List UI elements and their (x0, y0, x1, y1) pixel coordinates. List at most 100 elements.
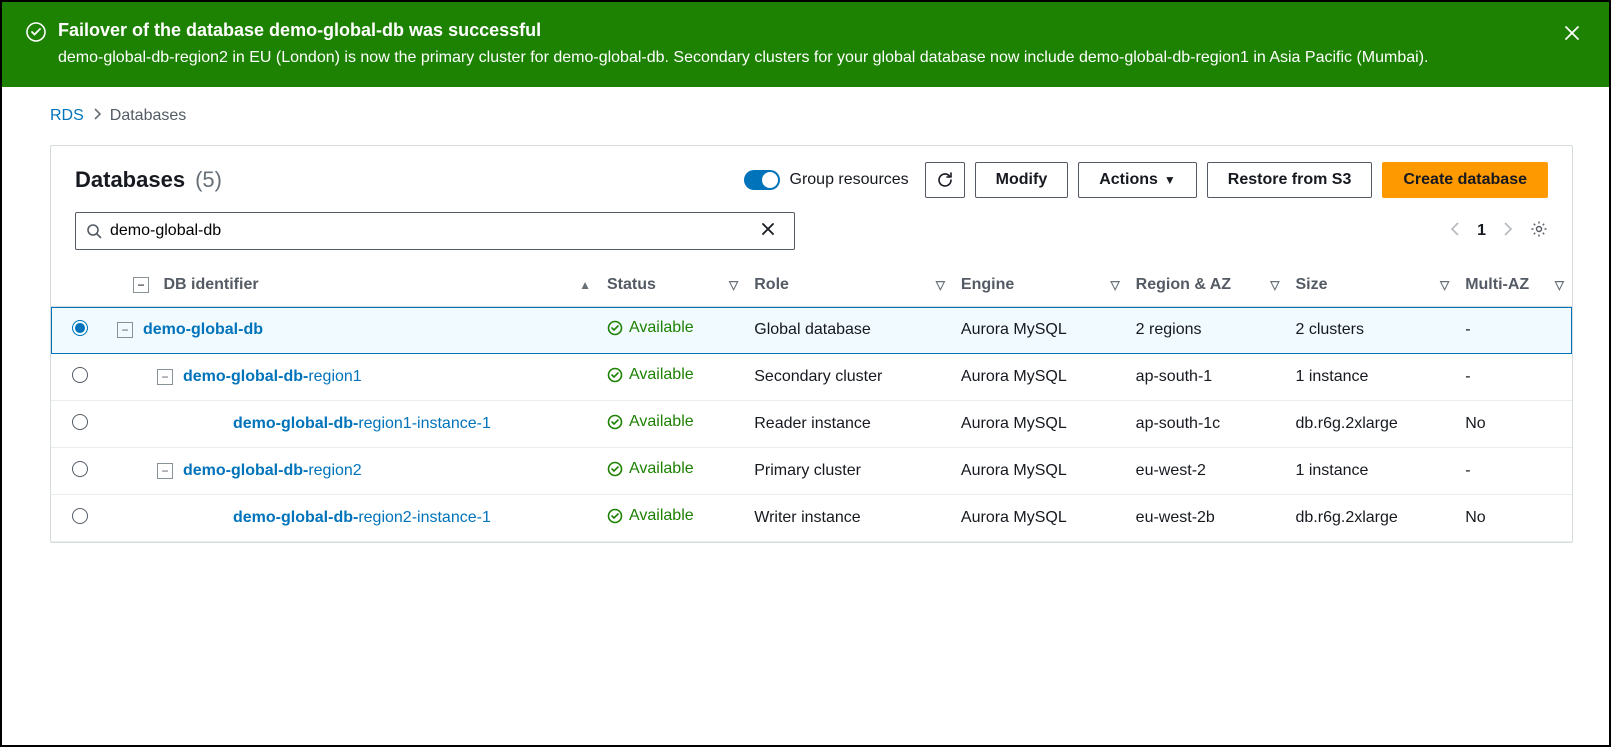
status-badge: Available (607, 507, 694, 525)
row-radio[interactable] (72, 414, 88, 430)
cell-size: 2 clusters (1288, 307, 1458, 354)
refresh-icon (936, 171, 954, 189)
cell-size: db.r6g.2xlarge (1288, 495, 1458, 542)
pagination: 1 (1449, 220, 1548, 243)
table-row[interactable]: −demo-global-db Available Global databaseA… (51, 307, 1572, 354)
cell-role: Reader instance (746, 401, 953, 448)
chevron-right-icon (92, 107, 102, 125)
col-region[interactable]: Region & AZ▽ (1128, 264, 1288, 307)
refresh-button[interactable] (925, 162, 965, 198)
cell-multi_az: - (1457, 448, 1572, 495)
filter-icon: ▽ (1110, 278, 1119, 292)
create-database-button[interactable]: Create database (1382, 162, 1548, 198)
col-select (51, 264, 109, 307)
row-radio[interactable] (72, 508, 88, 524)
cell-region: ap-south-1 (1128, 354, 1288, 401)
settings-icon[interactable] (1530, 220, 1548, 243)
col-multi-az[interactable]: Multi-AZ▽ (1457, 264, 1572, 307)
db-identifier-link[interactable]: demo-global-db-region1-instance-1 (233, 415, 491, 433)
check-circle-icon (607, 508, 623, 524)
page-next[interactable] (1502, 221, 1514, 242)
restore-s3-button[interactable]: Restore from S3 (1207, 162, 1373, 198)
table-row[interactable]: −demo-global-db-region2AvailablePrimary … (51, 448, 1572, 495)
check-circle-icon (607, 320, 623, 336)
check-circle-icon (607, 414, 623, 430)
group-resources-label: Group resources (790, 171, 909, 189)
cell-role: Global database (746, 307, 953, 354)
caret-down-icon: ▼ (1164, 173, 1176, 187)
table-row[interactable]: −demo-global-db-region1 Available Secondar… (51, 354, 1572, 401)
col-size[interactable]: Size▽ (1288, 264, 1458, 307)
page-number: 1 (1477, 222, 1486, 240)
cell-region: 2 regions (1128, 307, 1288, 354)
success-banner: Failover of the database demo-global-db … (2, 2, 1609, 87)
cell-multi_az: - (1457, 307, 1572, 354)
search-input[interactable] (110, 222, 760, 240)
status-badge: Available (607, 413, 694, 431)
search-icon (86, 223, 102, 239)
actions-button[interactable]: Actions ▼ (1078, 162, 1197, 198)
row-radio[interactable] (72, 367, 88, 383)
row-radio[interactable] (72, 461, 88, 477)
group-resources-toggle[interactable] (744, 170, 780, 190)
filter-icon: ▽ (1555, 278, 1564, 292)
clear-search-icon[interactable] (760, 221, 784, 242)
banner-message: demo-global-db-region2 in EU (London) is… (58, 49, 1547, 67)
cell-size: db.r6g.2xlarge (1288, 401, 1458, 448)
db-identifier-link[interactable]: demo-global-db-region2 (183, 462, 362, 480)
databases-panel: Databases (5) Group resources Modify Act… (50, 145, 1573, 543)
collapse-all-icon[interactable]: − (133, 277, 149, 293)
col-role[interactable]: Role▽ (746, 264, 953, 307)
cell-size: 1 instance (1288, 448, 1458, 495)
panel-title: Databases (75, 167, 185, 193)
cell-engine: Aurora MySQL (953, 354, 1128, 401)
filter-icon: ▽ (936, 278, 945, 292)
sort-asc-icon: ▲ (579, 278, 591, 292)
check-circle-icon (607, 367, 623, 383)
filter-icon: ▽ (1440, 278, 1449, 292)
col-engine[interactable]: Engine▽ (953, 264, 1128, 307)
close-icon[interactable] (1559, 20, 1585, 51)
panel-header: Databases (5) Group resources Modify Act… (51, 146, 1572, 212)
cell-size: 1 instance (1288, 354, 1458, 401)
modify-button[interactable]: Modify (975, 162, 1069, 198)
expand-toggle-icon[interactable]: − (157, 369, 173, 385)
db-identifier-link[interactable]: demo-global-db (143, 321, 263, 339)
expand-toggle-icon[interactable]: − (157, 463, 173, 479)
cell-region: eu-west-2 (1128, 448, 1288, 495)
col-db-identifier[interactable]: − DB identifier ▲ (109, 264, 599, 307)
breadcrumb-current: Databases (110, 107, 187, 125)
banner-title: Failover of the database demo-global-db … (58, 20, 1547, 41)
cell-engine: Aurora MySQL (953, 448, 1128, 495)
db-identifier-link[interactable]: demo-global-db-region2-instance-1 (233, 509, 491, 527)
success-check-icon (26, 22, 46, 47)
cell-role: Primary cluster (746, 448, 953, 495)
cell-region: ap-south-1c (1128, 401, 1288, 448)
breadcrumb: RDS Databases (50, 107, 1573, 125)
status-badge: Available (607, 319, 694, 337)
col-status[interactable]: Status▽ (599, 264, 746, 307)
panel-count: (5) (195, 167, 222, 193)
filter-row: 1 (51, 212, 1572, 264)
table-row[interactable]: demo-global-db-region2-instance-1 Availab… (51, 495, 1572, 542)
cell-multi_az: - (1457, 354, 1572, 401)
page-prev[interactable] (1449, 221, 1461, 242)
actions-label: Actions (1099, 171, 1158, 189)
db-identifier-link[interactable]: demo-global-db-region1 (183, 368, 362, 386)
search-box[interactable] (75, 212, 795, 250)
row-radio[interactable] (72, 320, 88, 336)
breadcrumb-root[interactable]: RDS (50, 107, 84, 125)
cell-multi_az: No (1457, 401, 1572, 448)
status-badge: Available (607, 366, 694, 384)
cell-engine: Aurora MySQL (953, 307, 1128, 354)
filter-icon: ▽ (1270, 278, 1279, 292)
filter-icon: ▽ (729, 278, 738, 292)
expand-toggle-icon[interactable]: − (117, 322, 133, 338)
cell-multi_az: No (1457, 495, 1572, 542)
cell-engine: Aurora MySQL (953, 495, 1128, 542)
cell-engine: Aurora MySQL (953, 401, 1128, 448)
cell-role: Writer instance (746, 495, 953, 542)
table-row[interactable]: demo-global-db-region1-instance-1 Availab… (51, 401, 1572, 448)
check-circle-icon (607, 461, 623, 477)
cell-role: Secondary cluster (746, 354, 953, 401)
